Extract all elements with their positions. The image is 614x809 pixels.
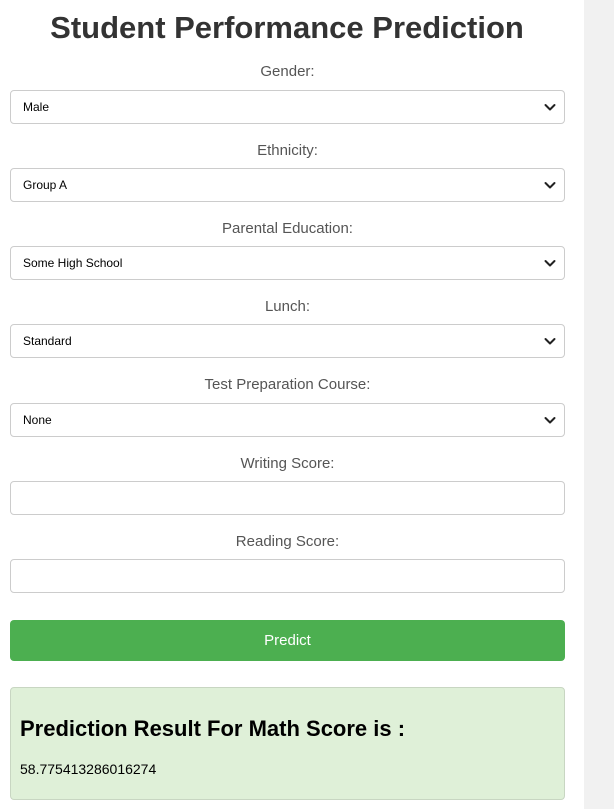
ethnicity-label: Ethnicity:	[257, 142, 318, 159]
chevron-down-icon	[544, 182, 556, 189]
chevron-down-icon	[544, 104, 556, 111]
lunch-label: Lunch:	[264, 298, 311, 315]
result-heading: Prediction Result For Math Score is :	[20, 716, 406, 741]
lunch-select[interactable]: Standard	[10, 324, 565, 358]
parental-education-label: Parental Education:	[222, 220, 353, 237]
parental-education-select[interactable]: Some High School	[10, 246, 565, 280]
page: Student Performance Prediction Gender: M…	[0, 0, 584, 809]
chevron-down-icon	[544, 260, 556, 267]
chevron-down-icon	[544, 417, 556, 424]
ethnicity-select[interactable]: Group A	[10, 168, 565, 202]
result-value: 58.775413286016274	[20, 761, 157, 777]
result-panel: Prediction Result For Math Score is : 58…	[10, 687, 565, 800]
reading-score-label: Reading Score:	[235, 533, 340, 550]
ethnicity-select-value: Group A	[23, 178, 68, 192]
gender-select[interactable]: Male	[10, 90, 565, 124]
writing-score-input[interactable]	[10, 481, 565, 515]
test-prep-select-value: None	[23, 413, 52, 427]
scrollbar[interactable]	[584, 0, 614, 809]
writing-score-label: Writing Score:	[240, 455, 335, 472]
lunch-select-value: Standard	[23, 334, 72, 348]
chevron-down-icon	[544, 338, 556, 345]
gender-label: Gender:	[260, 63, 315, 80]
reading-score-input[interactable]	[10, 559, 565, 593]
test-prep-label: Test Preparation Course:	[204, 376, 371, 393]
test-prep-select[interactable]: None	[10, 403, 565, 437]
parental-education-select-value: Some High School	[23, 256, 123, 270]
predict-button[interactable]: Predict	[10, 620, 565, 661]
gender-select-value: Male	[23, 100, 50, 114]
page-title: Student Performance Prediction	[50, 10, 524, 45]
